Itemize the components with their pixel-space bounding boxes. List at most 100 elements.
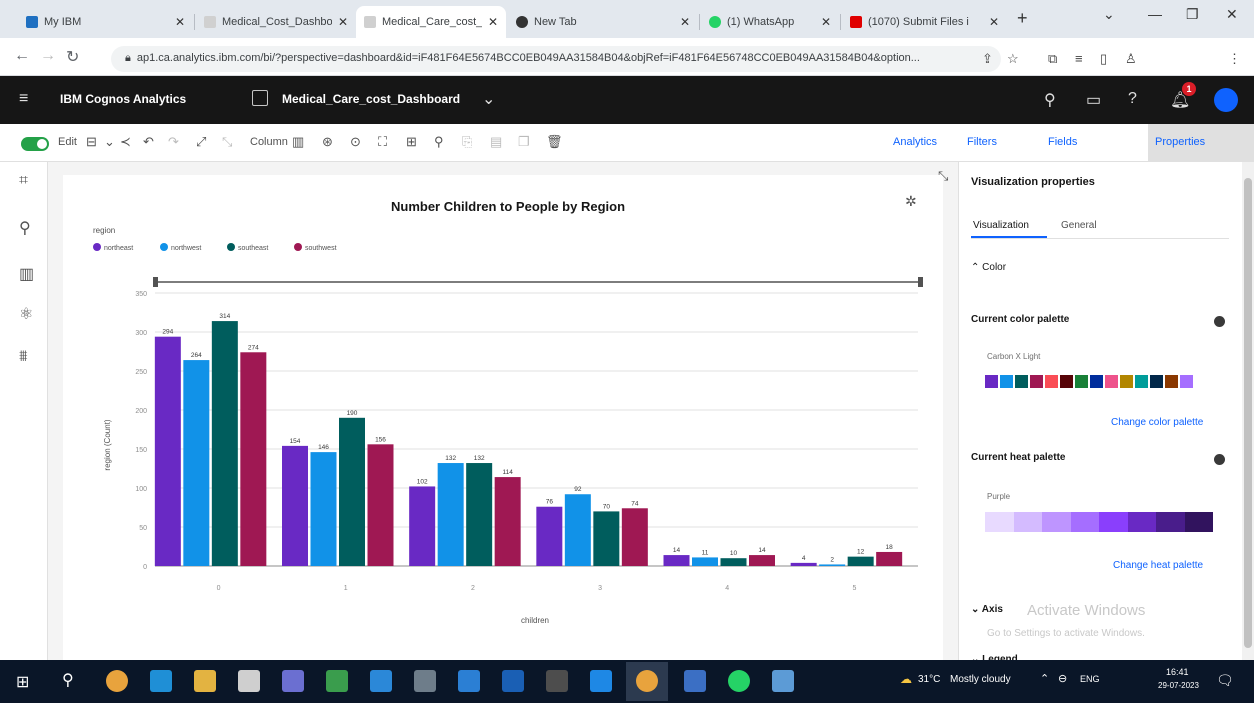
axis-section-header[interactable]: ⌄ Axis	[971, 604, 1003, 615]
close-tab-icon[interactable]: ✕	[488, 15, 498, 29]
profile-icon[interactable]: ♙	[1125, 51, 1137, 67]
browser-tab-medical-care-cost[interactable]: Medical_Care_cost_D ✕	[356, 6, 506, 38]
close-tab-icon[interactable]: ✕	[821, 15, 831, 29]
file-explorer-icon[interactable]	[194, 670, 216, 692]
info-icon[interactable]	[1214, 316, 1225, 327]
app-icon[interactable]	[458, 670, 480, 692]
fields-button[interactable]: Fields	[1048, 136, 1077, 148]
tab-search-icon[interactable]: ⌄	[1103, 6, 1115, 23]
reload-icon[interactable]: ↻	[66, 47, 79, 67]
app-icon[interactable]	[546, 670, 568, 692]
new-tab-button[interactable]: +	[1017, 8, 1028, 29]
info-icon[interactable]	[1214, 454, 1225, 465]
app-icon[interactable]	[326, 670, 348, 692]
restore-window-icon[interactable]: ❐	[1186, 6, 1199, 23]
search-icon[interactable]: ⚲	[62, 670, 74, 690]
chart-type-label[interactable]: Column	[250, 136, 288, 148]
filter-settings-icon[interactable]: ⊙	[350, 134, 361, 150]
column-chart[interactable]: Number Children to People by Region regi…	[63, 175, 943, 660]
data-sources-icon[interactable]: ⌗	[19, 172, 28, 190]
help-icon[interactable]: ?	[1128, 90, 1137, 108]
undo-icon[interactable]: ↶	[143, 134, 154, 150]
assistant-icon[interactable]: ⩩	[19, 348, 28, 366]
color-section-header[interactable]: ⌃ Color	[971, 262, 1006, 273]
expand-icon[interactable]: ⤢	[196, 134, 206, 150]
weather-icon[interactable]: ☁	[900, 672, 912, 686]
pin-icon[interactable]: ⚲	[19, 218, 31, 238]
app-icon[interactable]	[684, 670, 706, 692]
paste-icon[interactable]: ▤	[490, 134, 502, 150]
whatsapp-icon[interactable]	[728, 670, 750, 692]
app-icon[interactable]	[502, 670, 524, 692]
forward-arrow-icon[interactable]: →	[40, 47, 56, 65]
browser-menu-icon[interactable]: ⋮	[1228, 51, 1241, 67]
change-heat-palette-link[interactable]: Change heat palette	[1113, 560, 1203, 571]
close-tab-icon[interactable]: ✕	[680, 15, 690, 29]
notifications-icon[interactable]: 🗨︎	[1216, 672, 1234, 689]
close-tab-icon[interactable]: ✕	[989, 15, 999, 29]
account-avatar-icon[interactable]	[1214, 88, 1238, 112]
chevron-down-icon[interactable]: ⌄	[482, 89, 495, 109]
chrome-icon[interactable]	[106, 670, 128, 692]
properties-button[interactable]: Properties	[1155, 136, 1205, 148]
tab-general[interactable]: General	[1061, 220, 1097, 231]
back-arrow-icon[interactable]: ←	[14, 47, 30, 65]
widget-icon[interactable]: ⊟	[86, 134, 97, 150]
visualization-card[interactable]: Number Children to People by Region regi…	[63, 175, 943, 660]
windows-start-icon[interactable]: ⊞	[16, 672, 29, 692]
app-icon[interactable]	[282, 670, 304, 692]
redo-icon[interactable]: ↷	[168, 134, 179, 150]
browser-tab-my-ibm[interactable]: My IBM ✕	[18, 6, 193, 38]
search-icon[interactable]: ⚲	[1044, 90, 1056, 110]
browser-tab-whatsapp[interactable]: (1) WhatsApp ✕	[701, 6, 839, 38]
minimize-window-icon[interactable]: —	[1148, 6, 1162, 22]
browser-tab-new-tab[interactable]: New Tab ✕	[508, 6, 698, 38]
filters-button[interactable]: Filters	[967, 136, 997, 148]
url-input[interactable]: 🔒︎ ap1.ca.analytics.ibm.com/bi/?perspecti…	[111, 46, 1001, 72]
column-chart-icon[interactable]: ▥	[292, 134, 304, 150]
close-tab-icon[interactable]: ✕	[338, 15, 348, 29]
network-icon[interactable]: ⊖	[1058, 672, 1067, 685]
collapse-icon[interactable]: ⤡	[222, 134, 232, 150]
widgets-icon[interactable]: ⚛	[19, 304, 33, 324]
reading-list-icon[interactable]: ≡	[1075, 51, 1083, 66]
extension-icon[interactable]: ⧉	[1048, 51, 1057, 67]
focus-icon[interactable]: ⛶	[378, 134, 387, 150]
copy-icon[interactable]: ⎘	[462, 134, 472, 150]
heat-palette-swatches[interactable]	[985, 512, 1213, 532]
bookmark-star-icon[interactable]: ☆	[1007, 51, 1019, 67]
edge-icon[interactable]	[150, 670, 172, 692]
chat-icon[interactable]: ▭	[1086, 90, 1101, 110]
collapse-panel-icon[interactable]: ⤡	[938, 168, 948, 184]
range-slider-right-handle[interactable]	[918, 277, 923, 287]
color-palette-swatches[interactable]	[985, 375, 1193, 388]
app-icon[interactable]	[414, 670, 436, 692]
edit-mode-toggle[interactable]	[21, 137, 49, 151]
browser-tab-youtube[interactable]: (1070) Submit Files i ✕	[842, 6, 1007, 38]
share-icon[interactable]: ≺	[120, 134, 131, 150]
delete-icon[interactable]: 🗑︎	[546, 134, 563, 150]
panel-scrollbar-thumb[interactable]	[1244, 178, 1252, 648]
settings-gear-icon[interactable]: ✲	[905, 193, 917, 210]
duplicate-icon[interactable]: ❐	[518, 134, 530, 150]
hamburger-menu-icon[interactable]: ≡	[19, 90, 28, 108]
dashboard-title[interactable]: Medical_Care_cost_Dashboard	[282, 92, 460, 106]
language-indicator[interactable]: ENG	[1080, 674, 1100, 684]
calendar-icon[interactable]	[238, 670, 260, 692]
store-icon[interactable]	[370, 670, 392, 692]
palette-icon[interactable]: ⊛	[322, 134, 333, 150]
share-icon[interactable]: ⇪	[982, 51, 993, 67]
vscode-icon[interactable]	[590, 670, 612, 692]
change-color-palette-link[interactable]: Change color palette	[1111, 417, 1203, 428]
analytics-button[interactable]: Analytics	[893, 136, 937, 148]
clock-date[interactable]: 29-07-2023	[1158, 681, 1199, 690]
table-icon[interactable]: ⊞	[406, 134, 417, 150]
tray-chevron-up-icon[interactable]: ⌃	[1040, 672, 1049, 685]
app-icon[interactable]	[772, 670, 794, 692]
browser-tab-medical-cost-dashboard[interactable]: Medical_Cost_Dashbo ✕	[196, 6, 356, 38]
range-slider-left-handle[interactable]	[153, 277, 158, 287]
chevron-down-icon[interactable]: ⌄	[104, 134, 115, 150]
side-panel-icon[interactable]: ▯	[1100, 51, 1107, 67]
chrome-icon[interactable]	[636, 670, 658, 692]
visualizations-icon[interactable]: ▥	[19, 264, 34, 284]
